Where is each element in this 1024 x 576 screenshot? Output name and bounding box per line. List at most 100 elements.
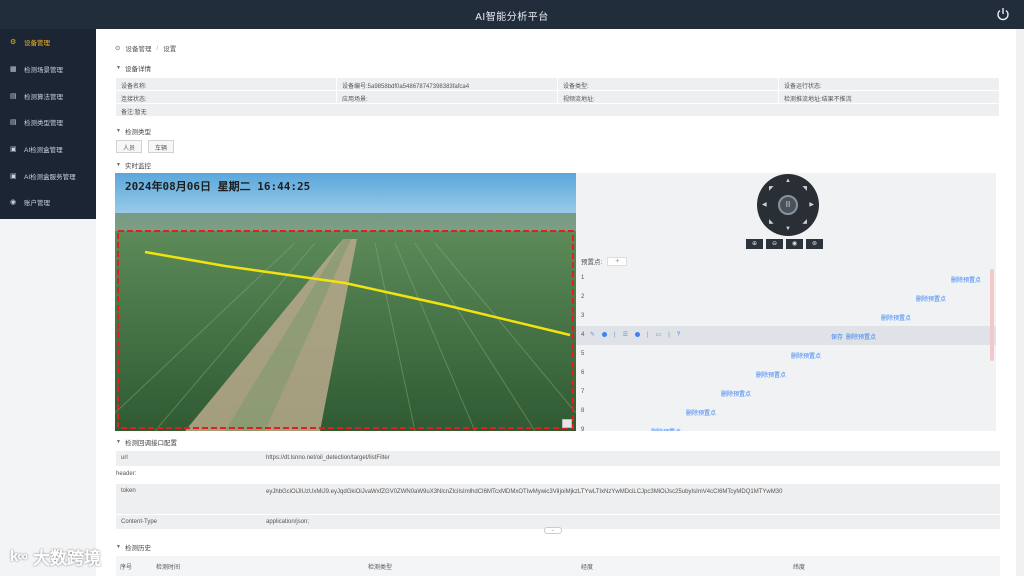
arrow-up-left-icon[interactable]: ◤	[769, 185, 774, 192]
edit-icon[interactable]: ✎	[590, 331, 595, 338]
config-token-value[interactable]: eyJhbGciOiJIUzUxMiJ9.eyJqdGkiOiJvaWxfZGV…	[266, 486, 980, 498]
detect-type-vehicle-button[interactable]: 车辆	[148, 140, 175, 153]
arrow-right-icon[interactable]: ▶	[809, 201, 814, 208]
config-content-type-value[interactable]: application/json;	[266, 516, 980, 528]
history-col-time: 检测时间	[156, 565, 181, 571]
preset-number: 2	[581, 294, 585, 300]
preset-row: 2 删除预置点	[576, 288, 996, 307]
delete-preset-link[interactable]: 删除预置点	[791, 351, 821, 360]
detail-cell: 应用场景:	[337, 91, 558, 103]
details-row: 连接状态: 应用场景: 视频流地址: 检测推流地址:结果不推流	[116, 91, 1000, 104]
list-icon[interactable]: ☰	[623, 331, 628, 338]
caret-down-icon: ▼	[116, 65, 121, 71]
arrow-down-icon[interactable]: ▼	[785, 226, 791, 232]
help-icon[interactable]: ?	[677, 332, 680, 338]
caret-down-icon: ▼	[116, 162, 121, 168]
sidebar-item-label: 账户管理	[24, 200, 50, 208]
history-col-type: 检测类型	[368, 565, 393, 571]
history-col-index: 序号	[120, 565, 133, 571]
arrow-down-right-icon[interactable]: ◢	[802, 218, 807, 225]
breadcrumb-parent[interactable]: 设备管理	[125, 43, 151, 53]
sidebar-item[interactable]: ⚙ 设备管理	[0, 29, 96, 56]
color-dot-icon[interactable]	[634, 332, 640, 337]
caret-down-icon: ▼	[116, 439, 121, 445]
page-scrollbar[interactable]	[1016, 29, 1024, 576]
arrow-left-icon[interactable]: ◀	[762, 201, 767, 208]
preset-scrollbar[interactable]	[990, 269, 994, 361]
arrow-down-left-icon[interactable]: ◣	[769, 218, 774, 225]
section-detect-type[interactable]: ▼ 检测类型	[116, 126, 151, 136]
preset-row: 8 删除预置点	[576, 402, 996, 421]
delete-preset-link[interactable]: 删除预置点	[916, 294, 946, 303]
sidebar-item-label: 检测类型管理	[24, 120, 63, 128]
delete-preset-link[interactable]: 删除预置点	[756, 370, 786, 379]
expand-toggle-icon[interactable]: ⌄	[544, 527, 562, 534]
sidebar-item[interactable]: ▣ AI检测盒服务管理	[0, 162, 96, 189]
watermark-text: 大数跨境	[33, 549, 102, 568]
detail-cell: 设备类型:	[558, 78, 779, 90]
sidebar-item-label: 设备管理	[24, 40, 50, 48]
preset-list: 1 删除预置点 2 删除预置点 3 删除预置点 4 ✎ | ☰ | ▭ |? 保存 删除预置点 5 删除预置点 6…	[576, 269, 996, 431]
sidebar-item[interactable]: ▤ 检测类型管理	[0, 109, 96, 136]
breadcrumb: ⊙ 设备管理 / 设置	[115, 43, 176, 54]
power-icon[interactable]	[996, 7, 1010, 21]
sidebar-item-label: 检测场景管理	[24, 67, 63, 75]
pause-icon[interactable]: II	[778, 195, 798, 215]
delete-preset-link[interactable]: 删除预置点	[846, 332, 876, 341]
arrow-up-icon[interactable]: ▲	[785, 178, 791, 184]
fullscreen-icon[interactable]	[562, 419, 572, 428]
config-url-value[interactable]: https://dt.lsnno.net/oil_detection/targe…	[266, 452, 980, 464]
detail-cell-remark: 备注:暂无	[116, 104, 1000, 116]
preset-edit-tools: ✎ | ☰ | ▭ |?	[590, 331, 680, 339]
sidebar-item[interactable]: ▦ 检测场景管理	[0, 56, 96, 83]
save-preset-link[interactable]: 保存	[831, 332, 843, 341]
preset-row: 4 ✎ | ☰ | ▭ |? 保存 删除预置点	[576, 326, 996, 345]
back-icon[interactable]: ⊙	[115, 44, 120, 52]
section-callback[interactable]: ▼ 检测回调接口配置	[116, 437, 177, 447]
detect-type-person-button[interactable]: 人员	[116, 140, 143, 153]
preset-number: 1	[581, 275, 585, 281]
separator: |	[646, 331, 649, 338]
delete-preset-link[interactable]: 删除预置点	[881, 313, 911, 322]
section-details[interactable]: ▼ 设备详情	[116, 63, 151, 73]
image-icon[interactable]: ▭	[656, 331, 662, 338]
video-frame	[115, 173, 576, 431]
section-monitor-title: 实时监控	[124, 163, 151, 170]
caret-down-icon: ▼	[116, 128, 121, 134]
detail-cell: 设备编号:5a9858bdf0a548678747398383fafca4	[337, 78, 558, 90]
sidebar-item[interactable]: ▤ 检测算法管理	[0, 82, 96, 109]
detail-cell: 视频流地址:	[558, 91, 779, 103]
live-video[interactable]: 2024年08月06日 星期二 16:44:25	[115, 173, 576, 431]
arrow-up-right-icon[interactable]: ◥	[802, 185, 807, 192]
preset-number: 3	[581, 313, 585, 319]
section-detect-type-title: 检测类型	[124, 129, 151, 136]
section-history[interactable]: ▼ 检测历史	[116, 542, 151, 552]
ptz-controls: ⊕ ⊖ ◉ ⊛	[746, 239, 823, 249]
add-preset-button[interactable]: +	[607, 256, 628, 266]
zoom-out-button[interactable]: ⊖	[766, 239, 783, 249]
doc-icon: ▤	[10, 119, 17, 127]
settings-button[interactable]: ⊛	[806, 239, 823, 249]
sidebar-item[interactable]: ▣ AI检测盒管理	[0, 136, 96, 163]
delete-preset-link[interactable]: 删除预置点	[721, 389, 751, 398]
config-token-label: token	[121, 488, 136, 494]
box-icon: ▣	[10, 146, 17, 154]
ptz-direction-dial[interactable]: ▲ ▼ ◀ ▶ ◤ ◥ ◣ ◢ II	[757, 174, 819, 236]
section-monitor[interactable]: ▼ 实时监控	[116, 160, 151, 170]
delete-preset-link[interactable]: 删除预置点	[686, 408, 716, 417]
focus-button[interactable]: ◉	[786, 239, 803, 249]
separator: |	[668, 331, 670, 338]
config-token-row: token eyJhbGciOiJIUzUxMiJ9.eyJqdGkiOiJva…	[116, 484, 1000, 514]
config-header-label: header:	[116, 471, 137, 477]
delete-preset-link[interactable]: 删除预置点	[651, 427, 681, 431]
main-content: ⊙ 设备管理 / 设置 ▼ 设备详情 设备名称: 设备编号:5a9858bdf0…	[96, 29, 1016, 576]
zoom-in-button[interactable]: ⊕	[746, 239, 763, 249]
grid-icon: ▦	[10, 66, 17, 74]
preset-row: 3 删除预置点	[576, 307, 996, 326]
sidebar-item[interactable]: ◉ 账户管理	[0, 189, 96, 216]
delete-preset-link[interactable]: 删除预置点	[951, 275, 981, 284]
details-row: 备注:暂无	[116, 104, 1000, 117]
preset-number: 7	[581, 389, 585, 395]
sidebar: ⚙ 设备管理 ▦ 检测场景管理 ▤ 检测算法管理 ▤ 检测类型管理 ▣ AI检测盒管理 ▣ AI检测盒…	[0, 29, 96, 219]
color-dot-icon[interactable]	[602, 332, 608, 337]
